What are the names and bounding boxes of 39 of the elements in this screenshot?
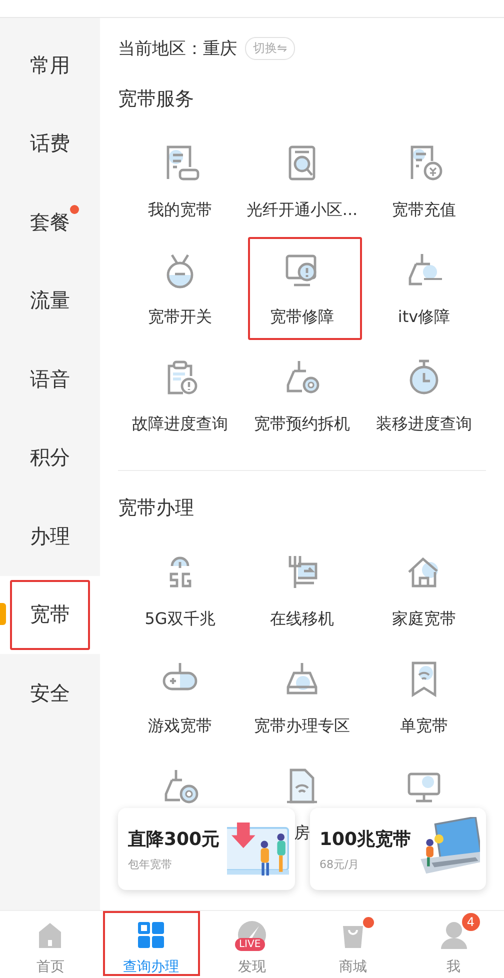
selection-bar bbox=[0, 602, 6, 624]
sidebar-item[interactable]: 安全 bbox=[0, 654, 100, 732]
promo-card[interactable]: 100兆宽带 68元/月 bbox=[310, 808, 486, 890]
service-label[interactable]: 单宽带 bbox=[400, 716, 448, 737]
service-label[interactable]: 宽带充值 bbox=[392, 200, 456, 221]
service-label[interactable]: 游戏宽带 bbox=[148, 716, 212, 737]
service-label[interactable]: 宽带修障 bbox=[270, 307, 334, 328]
promo-title: 直降300元 bbox=[128, 828, 221, 850]
service-label[interactable]: 房 bbox=[294, 823, 310, 844]
sidebar-item[interactable]: 办理 bbox=[0, 497, 100, 576]
service-label[interactable]: 故障进度查询 bbox=[132, 414, 228, 435]
region-label: 当前地区：重庆 bbox=[118, 38, 237, 60]
service-label[interactable]: 宽带预约拆机 bbox=[254, 414, 350, 435]
promo-card[interactable]: 直降300元 包年宽带 bbox=[118, 808, 294, 890]
sidebar-item[interactable]: 流量 bbox=[0, 262, 100, 340]
service-label[interactable]: 家庭宽带 bbox=[392, 609, 456, 630]
service-label[interactable]: 光纤开通小区... bbox=[246, 200, 358, 221]
service-label[interactable]: 5G双千兆 bbox=[144, 609, 216, 630]
count-badge: 4 bbox=[462, 913, 480, 931]
sidebar-item[interactable]: 宽带 bbox=[0, 576, 100, 654]
promo-title: 100兆宽带 bbox=[320, 828, 412, 850]
service-label[interactable]: 装移进度查询 bbox=[376, 414, 472, 435]
service-label[interactable]: 宽带办理专区 bbox=[254, 716, 350, 737]
person-icon bbox=[438, 920, 469, 950]
service-label[interactable]: itv修障 bbox=[398, 307, 450, 328]
live-badge: LIVE bbox=[234, 938, 265, 951]
service-label[interactable]: 宽带开关 bbox=[148, 307, 212, 328]
grid-icon bbox=[136, 920, 166, 950]
sidebar-item[interactable]: 语音 bbox=[0, 340, 100, 418]
sidebar-item[interactable]: 积分 bbox=[0, 418, 100, 497]
sidebar-item[interactable]: 套餐 bbox=[0, 183, 100, 262]
sidebar-item[interactable]: 话费 bbox=[0, 104, 100, 183]
promo-subtitle: 包年宽带 bbox=[128, 856, 173, 872]
sidebar-item[interactable]: 常用 bbox=[0, 26, 100, 104]
section-title: 宽带办理 bbox=[118, 497, 195, 519]
section-title: 宽带服务 bbox=[118, 88, 195, 110]
service-label[interactable]: 我的宽带 bbox=[148, 200, 212, 221]
service-label[interactable]: 在线移机 bbox=[270, 609, 334, 630]
promo-subtitle: 68元/月 bbox=[320, 856, 360, 872]
